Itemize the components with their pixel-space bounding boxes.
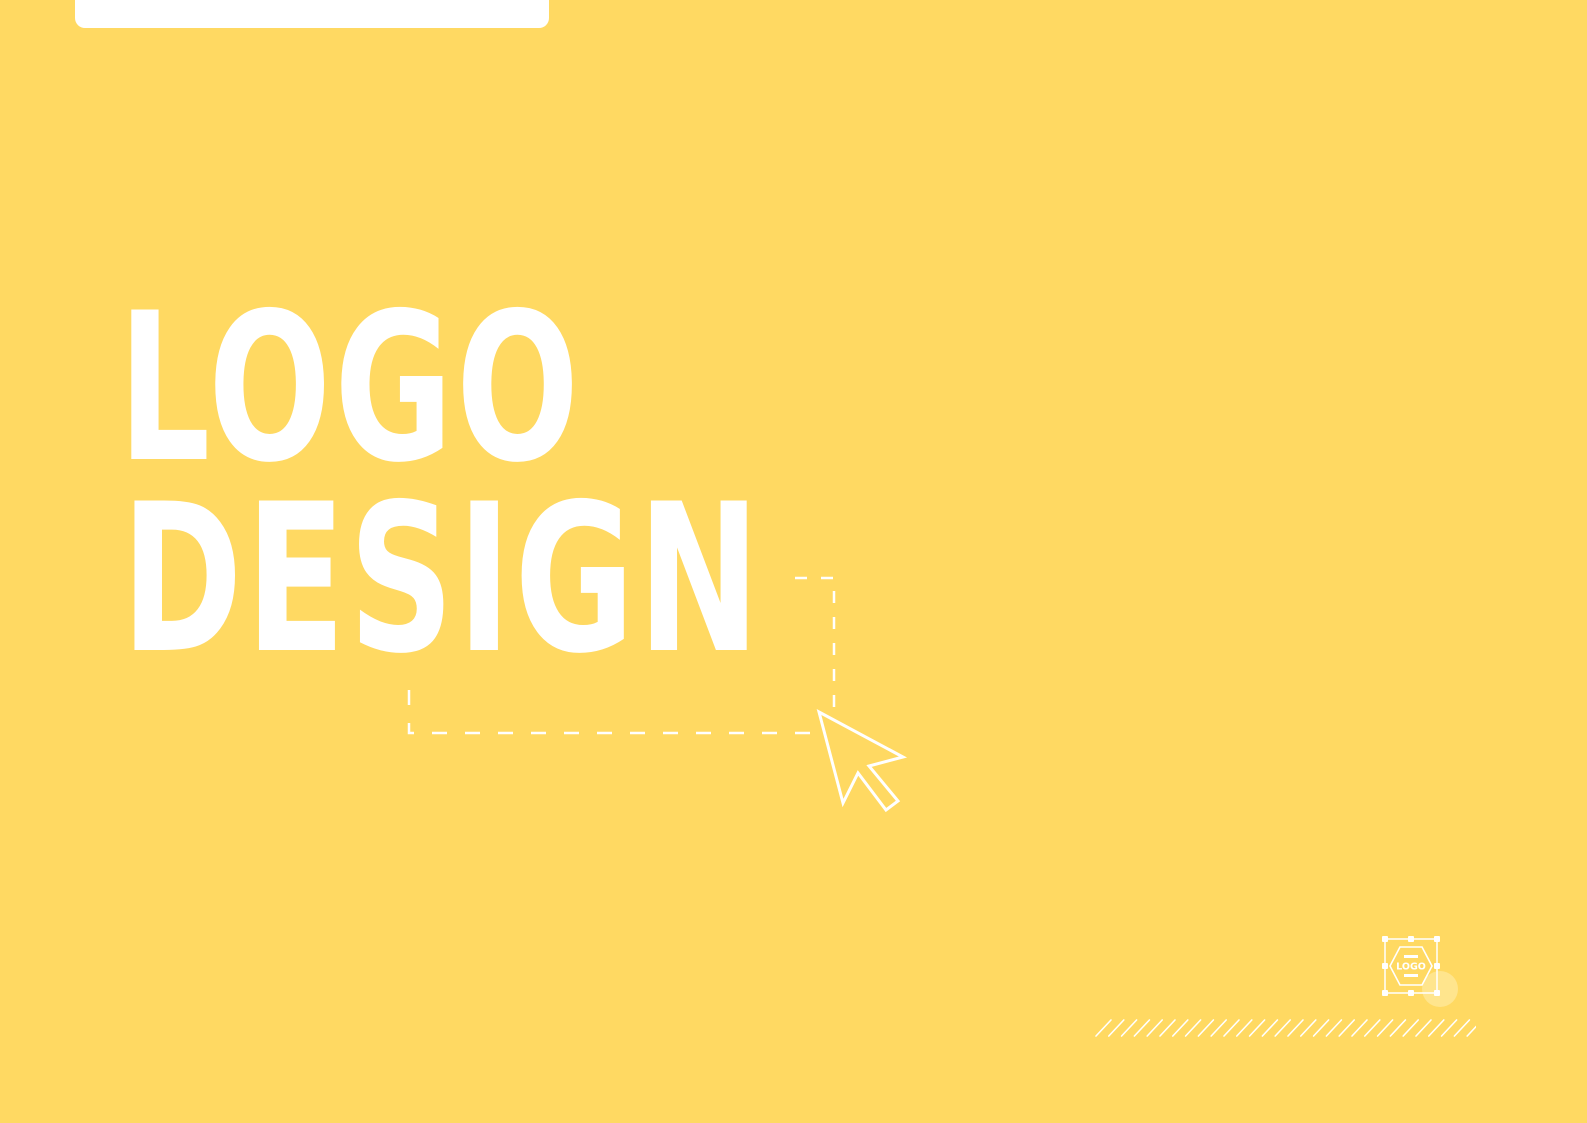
hatch-line [1440,1019,1458,1037]
hatch-line [1210,1019,1227,1037]
dashed-connector [407,576,836,735]
hatch-line [1427,1019,1445,1037]
decor-overlay [407,576,908,813]
hatch-line [1146,1019,1163,1037]
logo-badge-icon: LOGO [1382,936,1440,996]
logo-badge-label: LOGO [1396,962,1426,973]
hatch-line [1453,1019,1471,1037]
hatch-line [1108,1019,1125,1037]
hatch-line [1120,1019,1138,1037]
hatch-line [1236,1019,1253,1037]
hatch-line [1133,1019,1151,1037]
hatch-line [1312,1019,1330,1037]
hatch-line [1376,1019,1394,1037]
diagonal-hatch-icon [1095,1019,1476,1037]
hatch-line [1248,1019,1266,1037]
hatch-line [1287,1019,1304,1037]
hatch-line [1402,1019,1420,1037]
hatch-line [1172,1019,1189,1037]
hatch-line [1197,1019,1215,1037]
hatch-line [1184,1019,1202,1037]
hatch-line [1466,1025,1476,1037]
slide-canvas: LOGO DESIGN LOGO [0,0,1587,1123]
hatch-line [1095,1019,1112,1037]
hatch-line [1159,1019,1176,1037]
hatch-line [1363,1019,1381,1037]
hatch-line [1351,1019,1368,1037]
hatch-line [1261,1019,1279,1037]
cursor-arrow-icon [816,709,908,813]
hatch-line [1223,1019,1240,1037]
hatch-line [1325,1019,1343,1037]
hatch-line [1389,1019,1407,1037]
hatch-line [1338,1019,1356,1037]
hatch-line [1274,1019,1291,1037]
hatch-line [1300,1019,1317,1037]
hatch-line [1415,1019,1432,1037]
